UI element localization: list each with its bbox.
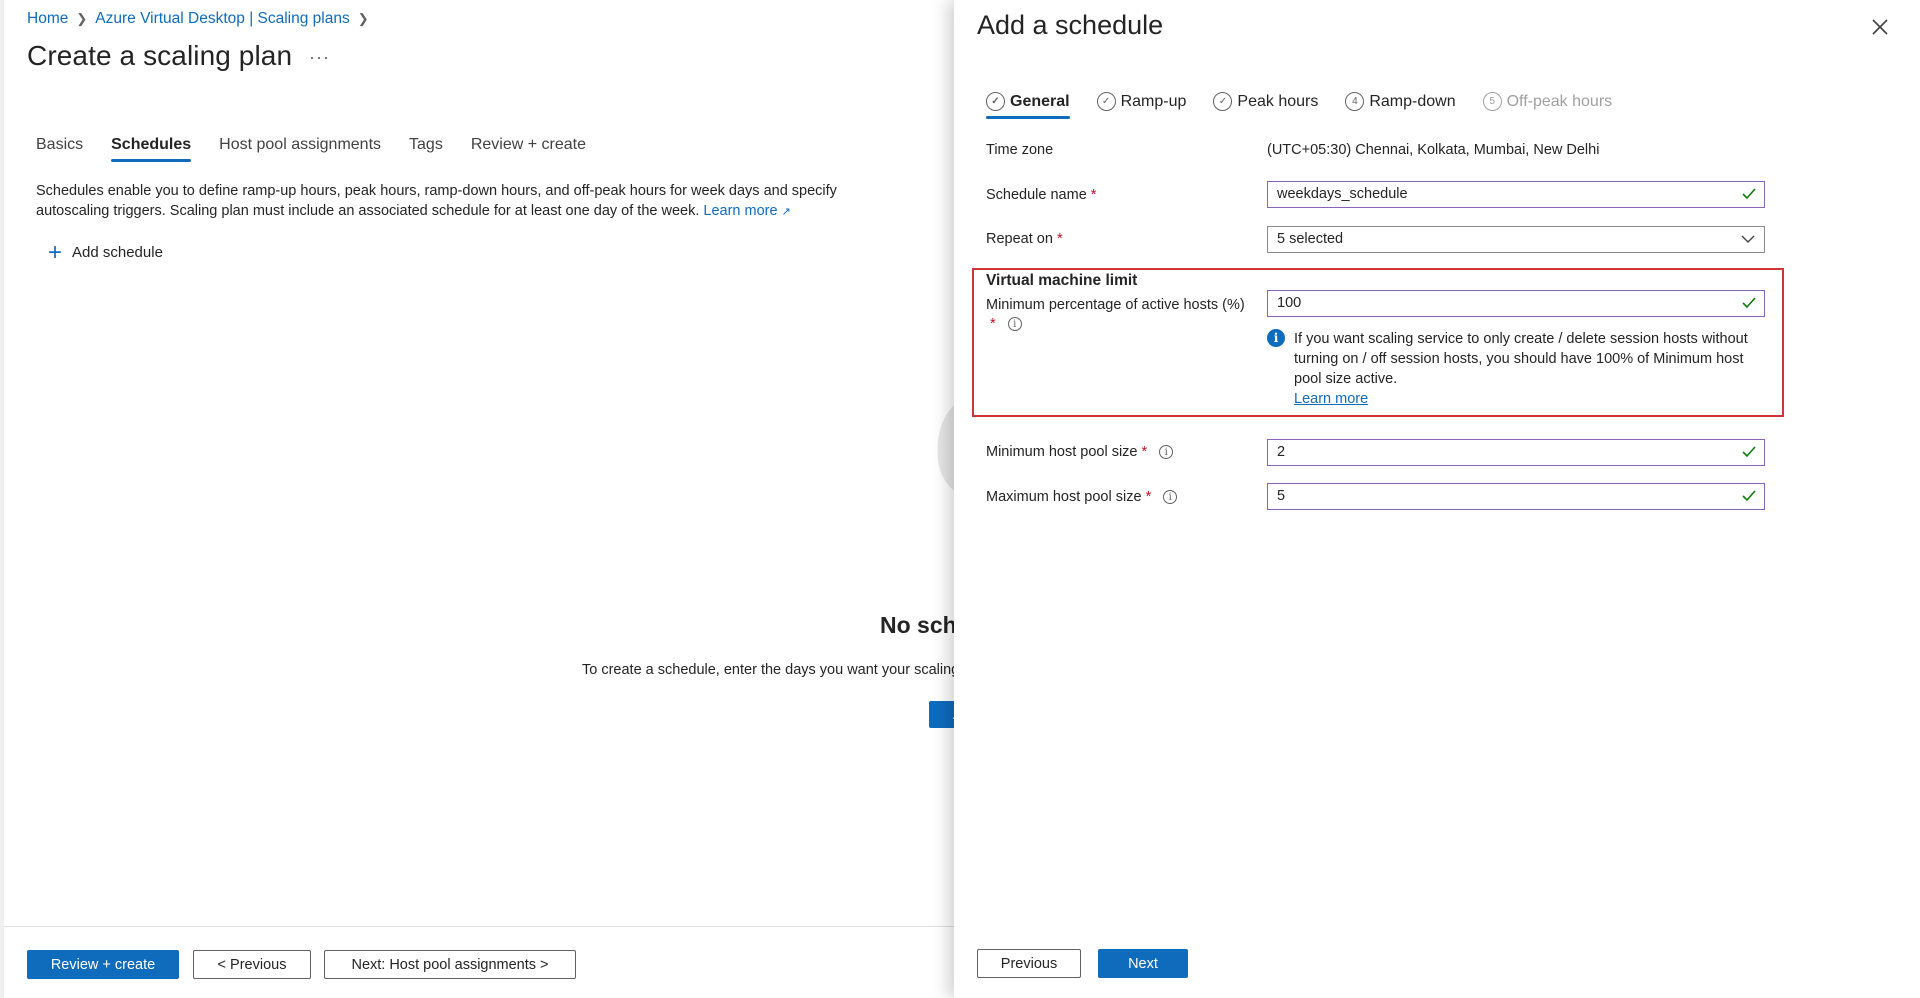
empty-state-title: No sche [880,612,954,638]
wizard-tabs: Basics Schedules Host pool assignments T… [36,136,614,162]
label-text: Minimum percentage of active hosts (%) [986,297,1245,313]
label-text: Maximum host pool size [986,489,1142,505]
empty-state-illustration [937,405,954,491]
step-label: Ramp-up [1120,92,1187,110]
input-value: 2 [1277,444,1286,460]
schedule-name-input[interactable]: weekdays_schedule [1267,181,1765,208]
close-icon[interactable] [1869,16,1891,38]
panel-title: Add a schedule [977,10,1164,40]
required-marker: * [1141,444,1148,460]
input-value: weekdays_schedule [1277,186,1408,202]
label-text: Minimum host pool size [986,444,1138,460]
next-host-pool-assignments-button[interactable]: Next: Host pool assignments > [324,950,576,979]
vm-limit-heading: Virtual machine limit [986,272,1138,289]
learn-more-link[interactable]: Learn more [703,203,777,219]
dropdown-value: 5 selected [1277,231,1344,247]
label-text: Schedule name [986,187,1087,203]
empty-state-text: To create a schedule, enter the days you… [582,662,954,678]
page-title: Create a scaling plan [27,40,293,71]
tab-review-create[interactable]: Review + create [471,136,586,162]
tab-basics[interactable]: Basics [36,136,83,162]
step-label: General [1010,92,1070,110]
info-text: If you want scaling service to only crea… [1294,331,1748,387]
breadcrumb: Home ❯ Azure Virtual Desktop | Scaling p… [27,10,377,28]
step-off-peak-hours: 5 Off-peak hours [1482,92,1613,119]
info-message: i If you want scaling service to only cr… [1267,329,1765,409]
tab-tags[interactable]: Tags [409,136,443,162]
schedule-name-label: Schedule name * [986,187,1096,203]
add-schedule-button[interactable]: + Add schedule [48,238,163,266]
time-zone-label: Time zone [986,142,1054,158]
empty-state-add-button[interactable]: A [929,701,954,728]
step-general[interactable]: ✓ General [986,92,1070,119]
chevron-down-icon [1741,235,1755,243]
add-schedule-label: Add schedule [72,244,163,261]
schedules-description: Schedules enable you to define ramp-up h… [36,181,896,222]
min-host-pool-size-input[interactable]: 2 [1267,439,1765,466]
step-number: 4 [1345,92,1365,111]
required-marker: * [1145,489,1152,505]
input-value: 5 [1277,488,1286,504]
max-host-pool-size-input[interactable]: 5 [1267,483,1765,510]
min-active-hosts-required: * i [986,316,1022,332]
info-icon[interactable]: i [1007,317,1022,332]
check-icon [1742,490,1756,502]
min-active-hosts-input[interactable]: 100 [1267,290,1765,317]
checkmark-icon: ✓ [986,92,1005,111]
previous-button[interactable]: < Previous [193,950,311,979]
info-filled-icon: i [1267,329,1285,347]
step-label: Peak hours [1237,92,1319,110]
chevron-right-icon: ❯ [76,11,88,26]
breadcrumb-scaling-plans[interactable]: Azure Virtual Desktop | Scaling plans [95,10,349,28]
checkmark-icon: ✓ [1096,92,1116,111]
check-icon [1742,297,1756,309]
min-active-hosts-label: Minimum percentage of active hosts (%) [986,297,1245,313]
panel-previous-button[interactable]: Previous [977,949,1081,978]
page-footer: Review + create < Previous Next: Host po… [4,926,954,998]
min-host-pool-size-label: Minimum host pool size * i [986,444,1174,460]
info-icon[interactable]: i [1159,445,1174,460]
breadcrumb-home[interactable]: Home [27,10,68,28]
time-zone-value: (UTC+05:30) Chennai, Kolkata, Mumbai, Ne… [1267,142,1600,158]
required-marker: * [1056,231,1063,247]
plus-icon: + [48,238,63,266]
repeat-on-dropdown[interactable]: 5 selected [1267,226,1765,253]
input-value: 100 [1277,295,1302,311]
required-marker: * [1090,187,1097,203]
check-icon [1742,188,1756,200]
repeat-on-label: Repeat on * [986,231,1063,247]
external-link-icon: ↗ [781,206,791,218]
label-text: Repeat on [986,231,1053,247]
max-host-pool-size-label: Maximum host pool size * i [986,489,1178,505]
step-peak-hours[interactable]: ✓ Peak hours [1213,92,1318,119]
scaling-plan-page: Home ❯ Azure Virtual Desktop | Scaling p… [0,0,954,998]
info-icon[interactable]: i [1163,490,1178,505]
step-label: Off-peak hours [1506,92,1613,110]
info-learn-more-link[interactable]: Learn more [1294,391,1368,407]
panel-next-button[interactable]: Next [1098,949,1188,978]
chevron-right-icon: ❯ [357,11,369,26]
more-options-icon[interactable]: ··· [309,47,330,68]
step-label: Ramp-down [1369,92,1456,110]
panel-footer: Previous Next [954,926,1920,998]
tab-schedules[interactable]: Schedules [111,136,192,162]
tab-host-pool-assignments[interactable]: Host pool assignments [219,136,381,162]
step-ramp-down[interactable]: 4 Ramp-down [1345,92,1456,119]
checkmark-icon: ✓ [1213,92,1233,111]
step-number: 5 [1482,92,1502,111]
review-create-button[interactable]: Review + create [27,950,179,979]
add-schedule-panel: Add a schedule ✓ General ✓ Ramp-up ✓ Pea… [954,0,1920,998]
step-ramp-up[interactable]: ✓ Ramp-up [1096,92,1187,119]
schedule-steps: ✓ General ✓ Ramp-up ✓ Peak hours 4 Ramp-… [986,92,1639,119]
required-marker: * [990,316,996,332]
check-icon [1742,446,1756,458]
